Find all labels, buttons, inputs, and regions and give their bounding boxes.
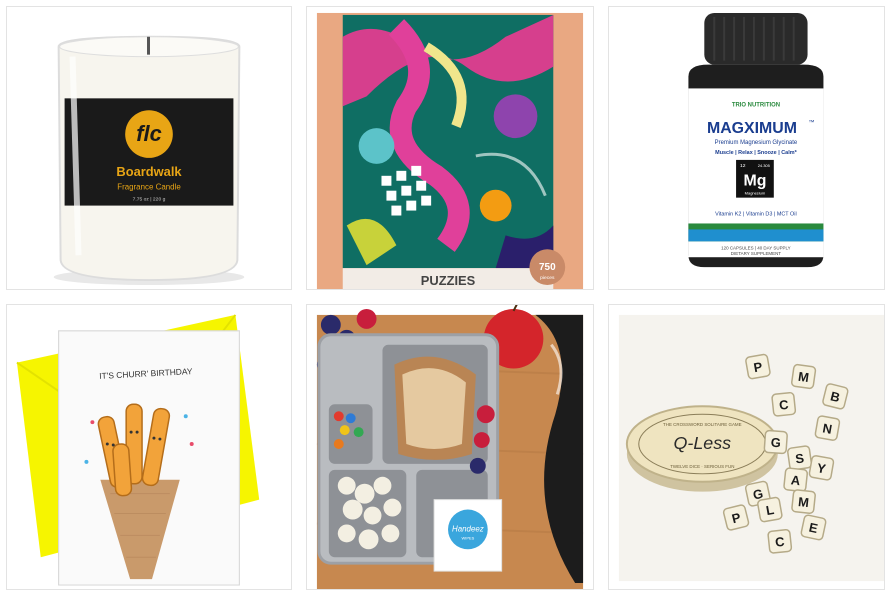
candle-label-main: Boardwalk bbox=[116, 164, 182, 179]
letter-die: E bbox=[800, 514, 827, 541]
letter-die: S bbox=[787, 445, 813, 471]
lunchbox-image: Handeez WIPES bbox=[307, 305, 593, 589]
supplement-image: TRIO NUTRITION MAGXIMUM ™ Premium Magnes… bbox=[609, 7, 884, 289]
wipe-sub: WIPES bbox=[461, 535, 474, 540]
element-name: Magnesium bbox=[745, 191, 766, 196]
letter-die: C bbox=[767, 528, 793, 554]
candle-weight: 7.75 oz | 220 g bbox=[133, 197, 166, 203]
letter-die: P bbox=[722, 504, 750, 531]
tin-brand: Q-Less bbox=[674, 433, 732, 453]
die-letter: C bbox=[774, 534, 785, 550]
candle-monogram: flc bbox=[136, 121, 161, 146]
product-tile-lunchbox[interactable]: Handeez WIPES bbox=[306, 304, 594, 590]
supplement-vitamins: Vitamin K2 | Vitamin D3 | MCT Oil bbox=[715, 212, 797, 218]
letter-die: C bbox=[771, 391, 797, 417]
candle-image: flc Boardwalk Fragrance Candle 7.75 oz |… bbox=[7, 7, 291, 289]
puzzle-pieces-count: 750 bbox=[539, 262, 556, 273]
supplement-subtitle: Premium Magnesium Glycinate bbox=[715, 140, 798, 146]
supplement-benefits: Muscle | Relax | Snooze | Calm* bbox=[715, 150, 797, 156]
puzzle-image: PUZZIES 750 pieces bbox=[307, 7, 593, 289]
die-letter: C bbox=[778, 397, 789, 413]
supplement-capsules: 120 CAPSULES | 40 DAY SUPPLY bbox=[721, 245, 790, 250]
letter-die: M bbox=[791, 489, 816, 514]
birthday-card-image: IT'S CHURR' BIRTHDAY bbox=[7, 305, 291, 589]
product-tile-birthday-card[interactable]: IT'S CHURR' BIRTHDAY bbox=[6, 304, 292, 590]
letter-die: M bbox=[791, 363, 817, 390]
product-tile-candle[interactable]: flc Boardwalk Fragrance Candle 7.75 oz |… bbox=[6, 6, 292, 290]
letter-die: B bbox=[822, 383, 849, 410]
die-letter: M bbox=[797, 369, 810, 385]
element-mass: 24.305 bbox=[758, 163, 771, 168]
die-letter: M bbox=[797, 494, 809, 510]
puzzle-pieces-unit: pieces bbox=[540, 275, 555, 281]
tin-small-text: THE CROSSWORD SOLITAIRE GAME bbox=[663, 422, 742, 427]
supplement-tm: ™ bbox=[809, 119, 815, 126]
letter-die: A bbox=[783, 467, 808, 493]
letter-die: N bbox=[814, 415, 841, 441]
wipe-brand: Handeez bbox=[452, 524, 484, 533]
letter-die: P bbox=[745, 353, 771, 380]
die-letter: A bbox=[790, 472, 801, 488]
product-tile-puzzle[interactable]: PUZZIES 750 pieces bbox=[306, 6, 594, 290]
puzzle-brand: PUZZIES bbox=[421, 273, 476, 288]
supplement-dietary: DIETARY SUPPLEMENT bbox=[731, 251, 782, 256]
letter-die: Y bbox=[808, 455, 835, 481]
element-symbol: Mg bbox=[743, 173, 766, 190]
supplement-name: MAGXIMUM bbox=[707, 120, 797, 137]
tin-bottom-text: TWELVE DICE · SERIOUS FUN bbox=[670, 464, 734, 469]
candle-label-sub: Fragrance Candle bbox=[117, 183, 181, 192]
element-number: 12 bbox=[740, 163, 746, 169]
letter-die: L bbox=[757, 496, 783, 523]
dice-game-image: Q-Less THE CROSSWORD SOLITAIRE GAME TWEL… bbox=[609, 305, 884, 589]
product-tile-supplement[interactable]: TRIO NUTRITION MAGXIMUM ™ Premium Magnes… bbox=[608, 6, 885, 290]
letter-die: G bbox=[763, 429, 788, 455]
product-tile-dice-game[interactable]: Q-Less THE CROSSWORD SOLITAIRE GAME TWEL… bbox=[608, 304, 885, 590]
die-letter: G bbox=[770, 435, 781, 451]
supplement-company: TRIO NUTRITION bbox=[732, 102, 780, 108]
